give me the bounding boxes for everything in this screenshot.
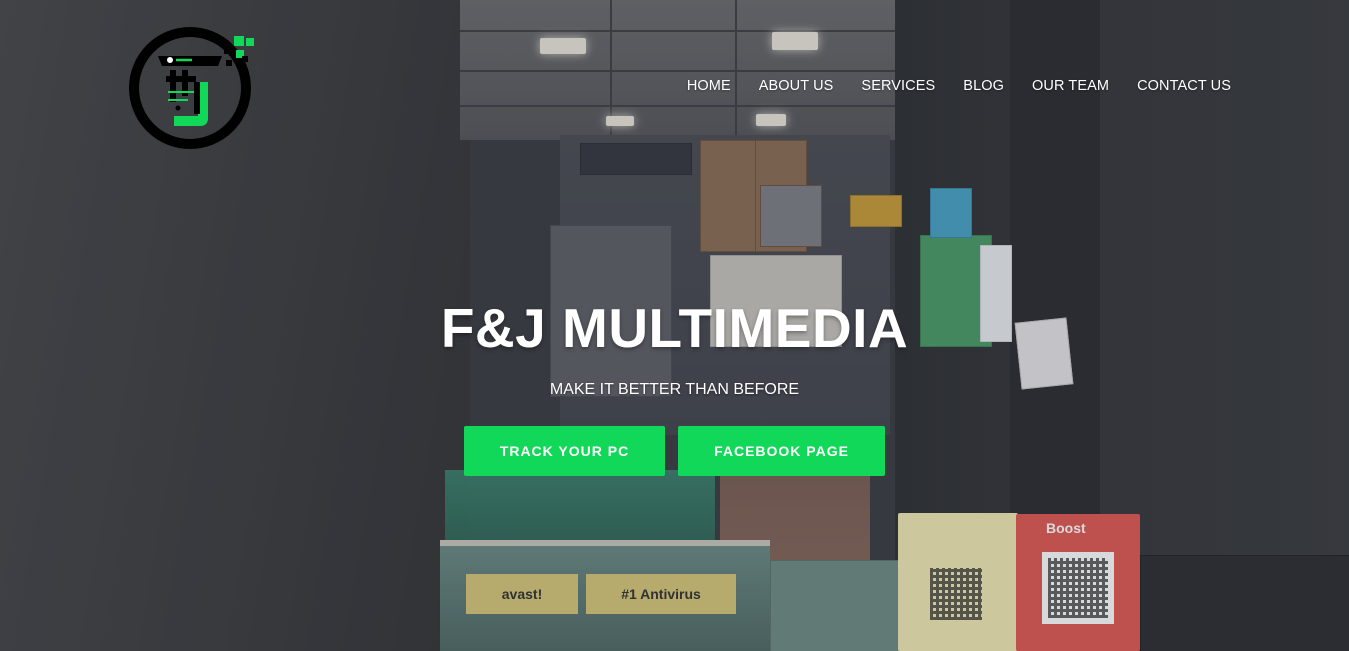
nav-item-our-team[interactable]: OUR TEAM [1032, 78, 1109, 94]
fj-logo-icon[interactable] [128, 26, 264, 150]
track-your-pc-button[interactable]: TRACK YOUR PC [464, 426, 665, 476]
hero-subtitle: MAKE IT BETTER THAN BEFORE [549, 381, 800, 398]
nav-item-contact-us[interactable]: CONTACT US [1137, 78, 1231, 94]
hero-title: F&J MULTIMEDIA [440, 297, 909, 359]
nav-item-about-us[interactable]: ABOUT US [759, 78, 834, 94]
nav-item-home[interactable]: HOME [687, 78, 731, 94]
main-nav: HOME ABOUT US SERVICES BLOG OUR TEAM CON… [687, 78, 1231, 94]
nav-item-services[interactable]: SERVICES [861, 78, 935, 94]
hero-section: avast! #1 Antivirus Boost HOME ABOUT US … [0, 0, 1349, 651]
nav-item-blog[interactable]: BLOG [963, 78, 1004, 94]
facebook-page-button[interactable]: FACEBOOK PAGE [678, 426, 885, 476]
